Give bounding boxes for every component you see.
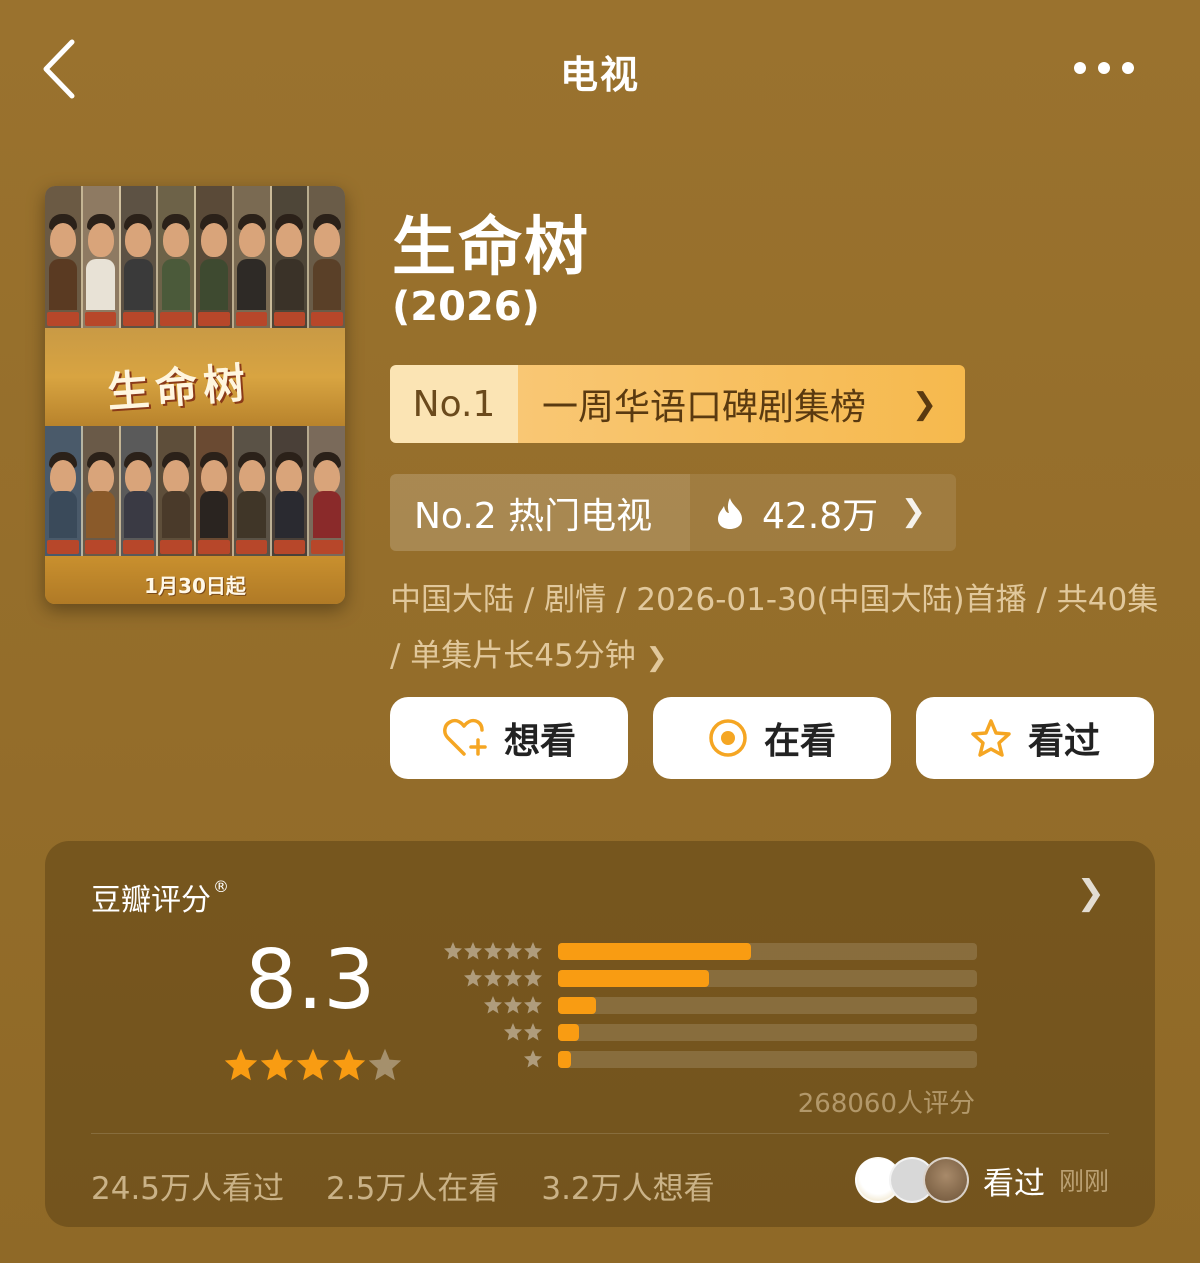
star-small-icon [524,1050,542,1068]
distribution-track [558,970,977,987]
chevron-right-icon: ❯ [911,387,937,422]
star-small-icon [464,942,482,960]
distribution-bar [558,970,709,987]
more-button[interactable] [1066,52,1146,84]
distribution-track [558,997,977,1014]
distribution-track [558,943,977,960]
star-filled-icon [296,1048,330,1081]
star-small-icon [504,996,522,1014]
star-small-icon [524,996,542,1014]
star-small-icon [504,1023,522,1041]
poster-title-art: 生命树 [105,358,253,417]
poster-date-text: 1月30日起 [144,574,246,598]
meta-text: 中国大陆 / 剧情 / 2026-01-30(中国大陆)首播 / 共40集 / … [390,582,1159,674]
want-to-watch-button[interactable]: 想看 [390,697,628,779]
show-title: 生命树 [392,211,590,285]
chevron-right-icon: ❯ [900,494,926,529]
distribution-row [437,1020,977,1047]
star-small-icon [524,1023,542,1041]
watched-label: 看过 [1027,721,1100,762]
distribution-stars [483,995,543,1015]
show-meta-info[interactable]: 中国大陆 / 剧情 / 2026-01-30(中国大陆)首播 / 共40集 / … [390,572,1160,686]
distribution-row [437,939,977,966]
more-dots-icon [1074,62,1134,74]
rating-count: 268060人评分 [797,1089,975,1119]
distribution-bar [558,1024,579,1041]
rating-score: 8.3 [245,933,376,1028]
hot-tv-rank: No.2 热门电视 [390,474,690,551]
hot-tv-badge[interactable]: No.2 热门电视 42.8万 ❯ [390,474,956,551]
star-small-icon [524,942,542,960]
distribution-stars [523,1049,543,1069]
chevron-right-icon[interactable]: ❯ [1077,873,1106,913]
want-label: 想看 [503,721,576,762]
flame-icon [718,497,742,529]
distribution-bar [558,943,751,960]
watching-button[interactable]: 在看 [653,697,891,779]
distribution-row [437,993,977,1020]
star-filled-icon [224,1048,258,1081]
friend-time: 刚刚 [1058,1167,1109,1196]
distribution-stars [503,1022,543,1042]
stat-watching[interactable]: 2.5万人在看 [326,1163,499,1208]
poster-cast-row-top [45,186,345,328]
rank-chart-label: 一周华语口碑剧集榜 [518,365,965,443]
stat-watched[interactable]: 24.5万人看过 [91,1163,284,1208]
action-buttons: 想看 在看 看过 [390,697,1156,779]
watching-label: 在看 [763,721,836,762]
distribution-row [437,966,977,993]
star-small-icon [484,942,502,960]
friend-status: 看过 [982,1165,1045,1202]
chevron-right-icon: ❯ [645,643,668,673]
distribution-track [558,1024,977,1041]
distribution-row [437,1047,977,1074]
hot-value: 42.8万 [762,495,879,537]
rank-chart-badge[interactable]: No.1 一周华语口碑剧集榜 ❯ [390,365,965,443]
star-filled-icon [260,1048,294,1081]
rating-distribution [437,939,977,1074]
show-year: (2026) [392,284,540,330]
star-small-icon [444,942,462,960]
distribution-stars [443,941,543,961]
registered-mark: ® [213,877,229,896]
rating-stars [223,1047,403,1083]
rank-number: No.1 [390,365,518,443]
poster-cast-row-bottom [45,426,345,556]
star-small-icon [484,969,502,987]
rating-stats: 24.5万人看过 2.5万人在看 3.2万人想看 [91,1163,757,1208]
star-filled-icon [332,1048,366,1081]
distribution-bar [558,1051,571,1068]
star-small-icon [464,969,482,987]
divider [91,1133,1109,1134]
douban-rating-card[interactable]: 豆瓣评分 ® ❯ 8.3 268060人评分 24.5万人看过 2.5万人在看 3… [45,841,1155,1227]
stat-want[interactable]: 3.2万人想看 [541,1163,714,1208]
distribution-bar [558,997,596,1014]
friends-activity[interactable]: 看过 刚刚 [854,1157,1109,1203]
star-small-icon [524,969,542,987]
star-small-icon [484,996,502,1014]
star-small-icon [504,969,522,987]
star-empty-icon [368,1048,402,1081]
top-bar: 电视 [0,0,1200,140]
avatar [922,1157,969,1203]
page-title: 电视 [559,53,640,97]
poster-image[interactable]: 生命树 1月30日起 [45,186,345,604]
rating-title: 豆瓣评分 ® [91,877,229,918]
star-small-icon [504,942,522,960]
distribution-stars [463,968,543,988]
target-circle-icon [709,719,747,757]
distribution-track [558,1051,977,1068]
heart-plus-icon [443,718,487,756]
star-outline-icon [971,719,1011,757]
watched-button[interactable]: 看过 [916,697,1154,779]
